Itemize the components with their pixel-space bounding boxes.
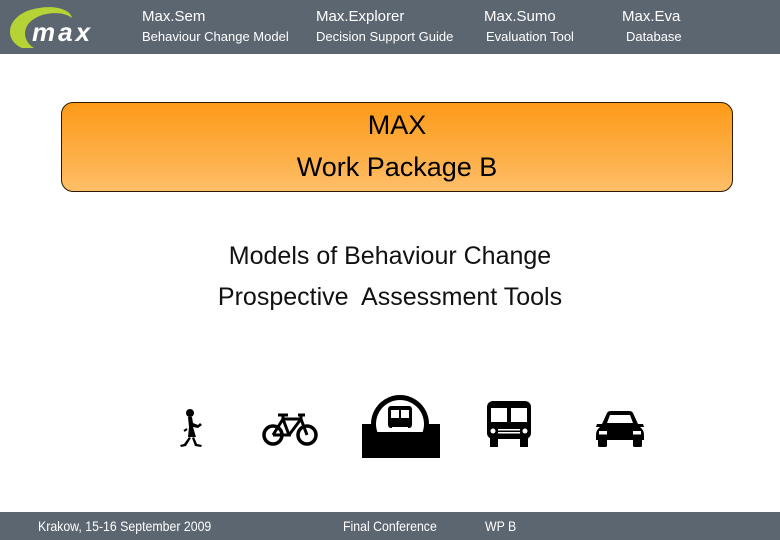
footer-work-package: WP B [485,518,517,534]
nav-max-explorer-subtitle: Decision Support Guide [316,29,454,44]
nav-max-eva-title: Max.Eva [622,8,681,25]
nav-max-sem-subtitle: Behaviour Change Model [142,29,289,44]
nav-max-eva-subtitle: Database [626,29,682,44]
header-bar: max Max.Sem Behaviour Change Model Max.E… [0,0,780,54]
max-logo[interactable]: max [0,0,135,54]
subtitle-line-2: Prospective Assessment Tools [217,283,563,311]
nav-max-explorer-title: Max.Explorer [316,8,405,25]
car-icon [596,411,644,447]
pedestrian-icon [180,409,202,447]
nav-max-sumo-title: Max.Sumo [484,8,556,25]
title-line-2: Work Package B [296,152,498,182]
title-box: MAX Work Package B [61,102,733,192]
nav-max-explorer[interactable]: Max.Explorer Decision Support Guide [316,8,453,46]
nav-max-sumo[interactable]: Max.Sumo Evaluation Tool [484,8,574,46]
bus-icon [487,401,531,447]
svg-text:max: max [32,17,93,47]
nav-max-eva[interactable]: Max.Eva Database [622,8,682,46]
subtitle: Models of Behaviour Change Prospective A… [0,238,780,315]
footer-bar: Krakow, 15-16 September 2009 Final Confe… [0,512,780,540]
nav-max-sumo-subtitle: Evaluation Tool [486,29,574,44]
metro-icon [362,395,440,458]
nav-max-sem-title: Max.Sem [142,8,206,25]
title-line-1: MAX [367,110,427,140]
bicycle-icon [262,413,318,446]
footer-event: Final Conference [343,518,437,534]
nav-max-sem[interactable]: Max.Sem Behaviour Change Model [142,8,289,46]
footer-location-date: Krakow, 15-16 September 2009 [38,518,212,534]
subtitle-line-1: Models of Behaviour Change [228,242,552,270]
